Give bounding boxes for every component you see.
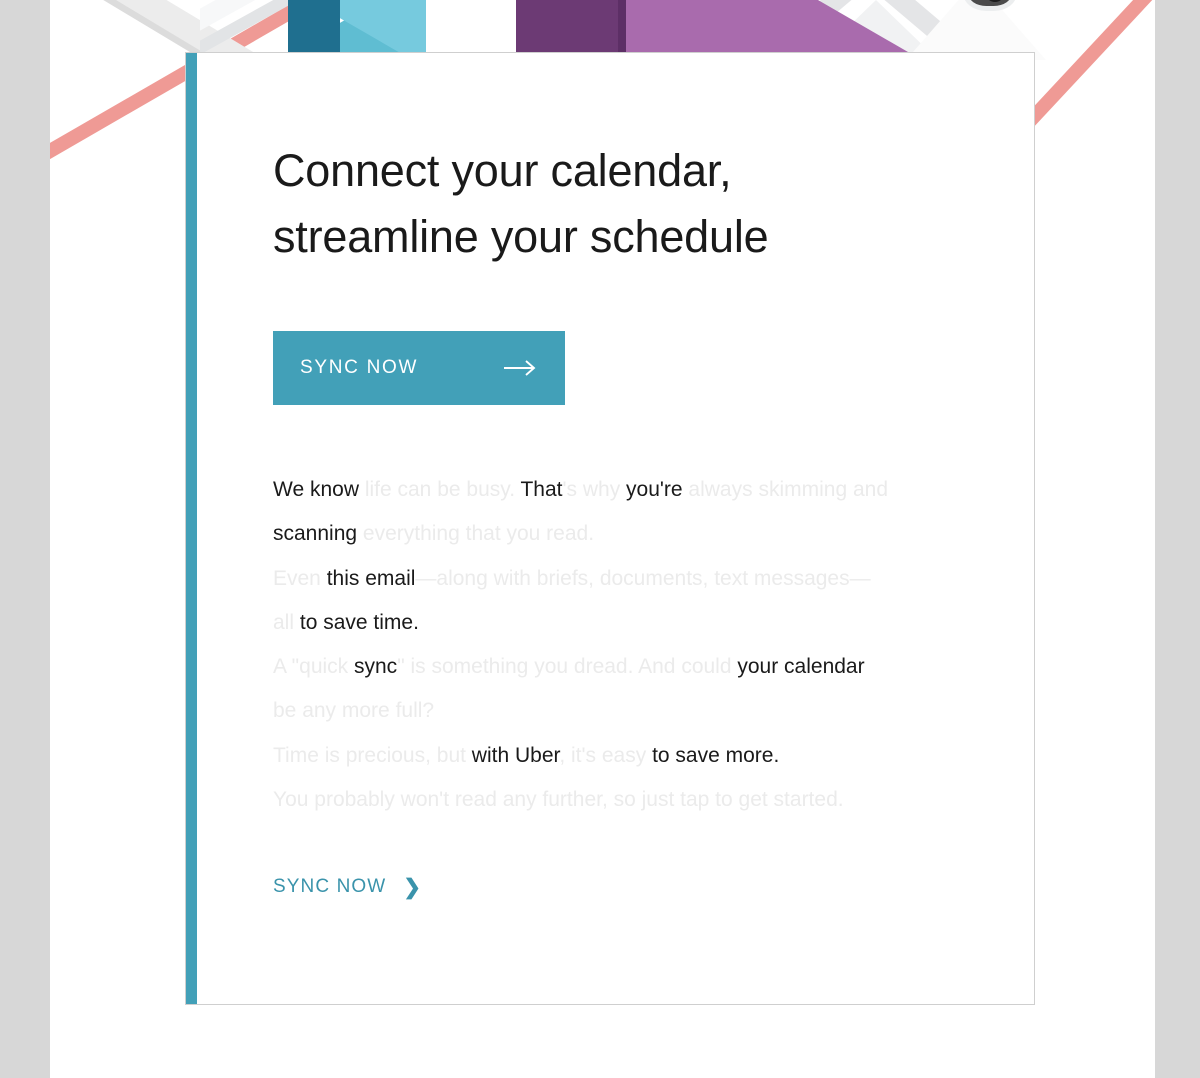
body-text-faded: A "quick bbox=[273, 655, 354, 679]
body-text-emphasis: sync bbox=[354, 655, 398, 679]
body-text-emphasis: We know bbox=[273, 478, 365, 501]
white-triangle-right-icon bbox=[906, 0, 1046, 60]
body-copy-line: Time is precious, but with Uber, it's ea… bbox=[273, 734, 888, 778]
body-text-emphasis: you're bbox=[626, 478, 689, 501]
email-card: Connect your calendar, streamline your s… bbox=[185, 52, 1035, 1005]
body-text-emphasis: to save time. bbox=[299, 610, 419, 634]
body-copy-line: You probably won't read any further, so … bbox=[273, 778, 888, 822]
body-text-emphasis: your calendar bbox=[737, 655, 865, 679]
body-text-faded: You probably won't read any further, so … bbox=[273, 788, 844, 812]
page-title: Connect your calendar, streamline your s… bbox=[273, 145, 769, 262]
body-text-faded: be any more full? bbox=[273, 699, 435, 723]
arrow-right-icon bbox=[503, 359, 537, 377]
body-text-faded: Time is precious, but bbox=[273, 743, 472, 767]
body-text-faded: always skimming and bbox=[688, 478, 888, 501]
body-copy-line: Even this email—along with briefs, docum… bbox=[273, 557, 888, 646]
sync-now-button[interactable]: SYNC NOW bbox=[273, 331, 565, 405]
email-content-column: 16 Connect your calendar, streamline you… bbox=[50, 0, 1155, 1078]
body-text-emphasis: this email bbox=[326, 566, 416, 590]
body-text-emphasis: That bbox=[520, 478, 563, 501]
body-text-faded: life can be busy. bbox=[364, 478, 521, 501]
body-text-faded: " is something you dread. And could bbox=[397, 655, 738, 679]
email-page: 16 Connect your calendar, streamline you… bbox=[0, 0, 1200, 1078]
body-text-emphasis: with Uber bbox=[471, 743, 560, 767]
sync-now-button-label: SYNC NOW bbox=[300, 357, 419, 378]
body-copy: We know life can be busy. That's why you… bbox=[273, 468, 888, 822]
body-text-faded: , it's easy bbox=[559, 743, 653, 767]
body-text-emphasis: to save more. bbox=[652, 743, 780, 767]
body-text-emphasis: scanning bbox=[273, 522, 363, 546]
card-body: Connect your calendar, streamline your s… bbox=[197, 53, 1034, 1004]
body-text-faded: Even bbox=[273, 566, 327, 590]
body-text-faded: everything that you read. bbox=[362, 522, 595, 546]
body-copy-line: A "quick sync" is something you dread. A… bbox=[273, 645, 888, 734]
accent-bar bbox=[186, 53, 197, 1004]
body-text-faded: 's why bbox=[562, 478, 627, 501]
body-copy-line: We know life can be busy. That's why you… bbox=[273, 468, 888, 557]
chevron-right-icon: ❯ bbox=[403, 875, 421, 899]
sync-now-link-label: SYNC NOW bbox=[273, 876, 387, 898]
sync-now-link[interactable]: SYNC NOW ❯ bbox=[273, 876, 421, 898]
